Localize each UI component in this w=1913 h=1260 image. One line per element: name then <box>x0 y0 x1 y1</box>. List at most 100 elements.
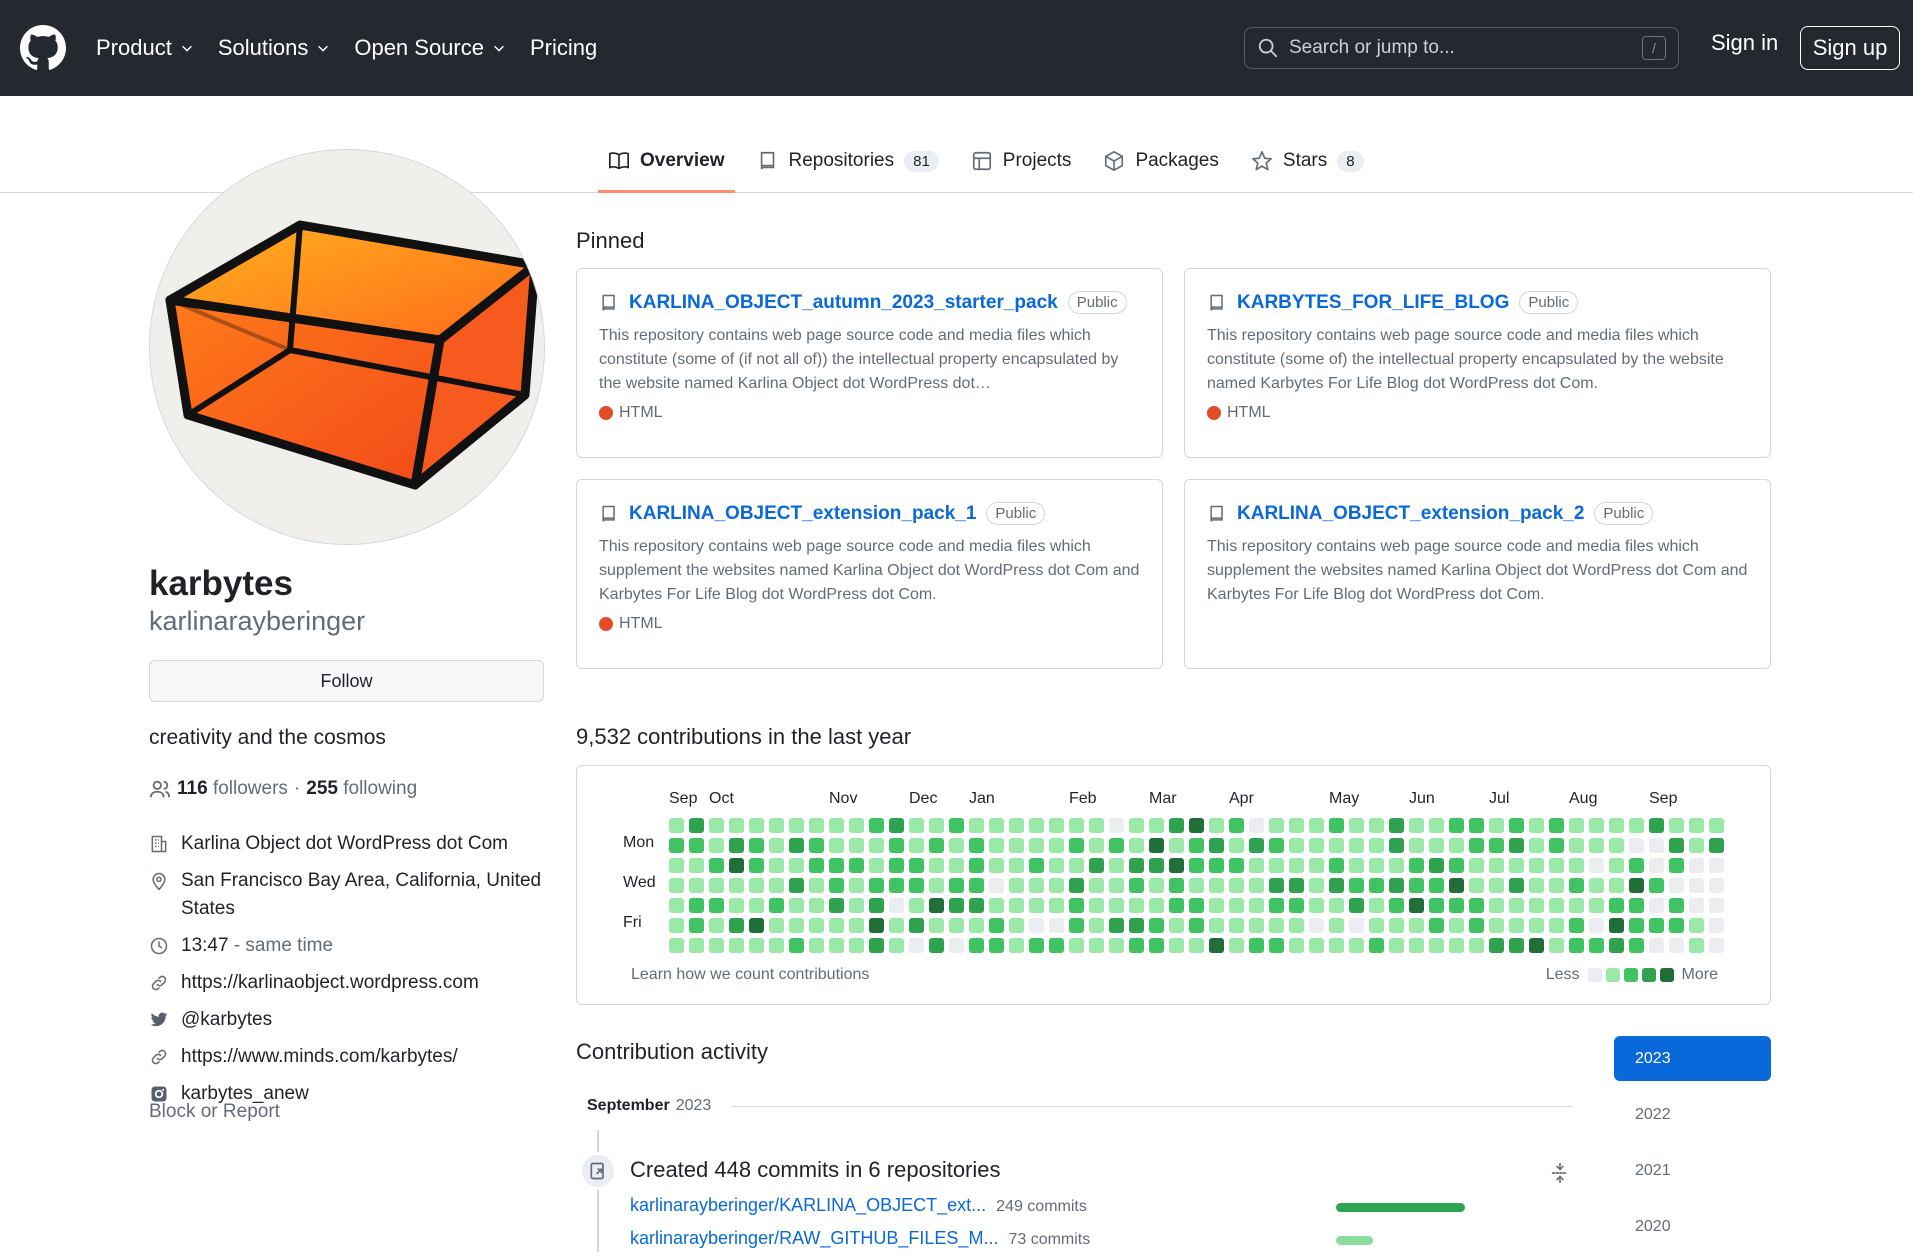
contribution-day-cell[interactable] <box>1629 878 1644 893</box>
contribution-day-cell[interactable] <box>1589 858 1604 873</box>
contribution-day-cell[interactable] <box>1329 818 1344 833</box>
contribution-day-cell[interactable] <box>1669 858 1684 873</box>
contribution-day-cell[interactable] <box>1669 838 1684 853</box>
contribution-day-cell[interactable] <box>1189 818 1204 833</box>
contribution-day-cell[interactable] <box>1649 818 1664 833</box>
contribution-day-cell[interactable] <box>1389 898 1404 913</box>
contribution-day-cell[interactable] <box>1449 858 1464 873</box>
contribution-day-cell[interactable] <box>1009 898 1024 913</box>
contribution-day-cell[interactable] <box>1529 898 1544 913</box>
contribution-day-cell[interactable] <box>669 838 684 853</box>
contribution-day-cell[interactable] <box>1469 918 1484 933</box>
contribution-day-cell[interactable] <box>1009 858 1024 873</box>
contribution-day-cell[interactable] <box>1069 938 1084 953</box>
contribution-day-cell[interactable] <box>1609 938 1624 953</box>
contribution-day-cell[interactable] <box>1149 878 1164 893</box>
contribution-day-cell[interactable] <box>1229 818 1244 833</box>
contribution-day-cell[interactable] <box>1489 858 1504 873</box>
contribution-day-cell[interactable] <box>1229 938 1244 953</box>
contribution-day-cell[interactable] <box>889 938 904 953</box>
contribution-day-cell[interactable] <box>1069 898 1084 913</box>
following-link[interactable]: 255 following <box>306 778 417 800</box>
contribution-day-cell[interactable] <box>1649 838 1664 853</box>
contribution-day-cell[interactable] <box>1609 858 1624 873</box>
contribution-day-cell[interactable] <box>869 918 884 933</box>
contribution-day-cell[interactable] <box>669 938 684 953</box>
contribution-day-cell[interactable] <box>1589 818 1604 833</box>
contribution-day-cell[interactable] <box>709 858 724 873</box>
contribution-day-cell[interactable] <box>1269 898 1284 913</box>
contribution-day-cell[interactable] <box>1509 838 1524 853</box>
contribution-day-cell[interactable] <box>1009 818 1024 833</box>
contribution-day-cell[interactable] <box>1049 938 1064 953</box>
contribution-day-cell[interactable] <box>869 878 884 893</box>
contribution-day-cell[interactable] <box>1049 858 1064 873</box>
contribution-day-cell[interactable] <box>1289 878 1304 893</box>
contribution-day-cell[interactable] <box>709 838 724 853</box>
contribution-day-cell[interactable] <box>1349 938 1364 953</box>
contribution-day-cell[interactable] <box>1169 878 1184 893</box>
contribution-day-cell[interactable] <box>1509 858 1524 873</box>
contribution-day-cell[interactable] <box>1169 818 1184 833</box>
contribution-day-cell[interactable] <box>889 838 904 853</box>
contribution-day-cell[interactable] <box>909 938 924 953</box>
contribution-day-cell[interactable] <box>1489 918 1504 933</box>
contribution-day-cell[interactable] <box>1569 818 1584 833</box>
contribution-day-cell[interactable] <box>1129 918 1144 933</box>
contribution-day-cell[interactable] <box>1169 838 1184 853</box>
contribution-day-cell[interactable] <box>1349 838 1364 853</box>
contribution-day-cell[interactable] <box>809 818 824 833</box>
contribution-day-cell[interactable] <box>1189 838 1204 853</box>
contribution-day-cell[interactable] <box>709 898 724 913</box>
contribution-day-cell[interactable] <box>1409 938 1424 953</box>
contribution-day-cell[interactable] <box>1709 878 1724 893</box>
contribution-day-cell[interactable] <box>1489 838 1504 853</box>
contribution-day-cell[interactable] <box>889 918 904 933</box>
contribution-day-cell[interactable] <box>1669 938 1684 953</box>
contribution-day-cell[interactable] <box>1329 918 1344 933</box>
contribution-day-cell[interactable] <box>789 818 804 833</box>
contribution-day-cell[interactable] <box>1549 838 1564 853</box>
contribution-day-cell[interactable] <box>1129 938 1144 953</box>
contribution-day-cell[interactable] <box>1169 898 1184 913</box>
contribution-day-cell[interactable] <box>769 838 784 853</box>
contribution-day-cell[interactable] <box>1629 918 1644 933</box>
contribution-day-cell[interactable] <box>1669 918 1684 933</box>
contribution-day-cell[interactable] <box>1289 918 1304 933</box>
contribution-day-cell[interactable] <box>1129 838 1144 853</box>
collapse-toggle-icon[interactable] <box>1549 1162 1571 1184</box>
contribution-day-cell[interactable] <box>1129 858 1144 873</box>
contribution-day-cell[interactable] <box>1029 938 1044 953</box>
contribution-day-cell[interactable] <box>1689 898 1704 913</box>
contribution-day-cell[interactable] <box>1369 898 1384 913</box>
contribution-day-cell[interactable] <box>1589 838 1604 853</box>
contribution-day-cell[interactable] <box>1429 918 1444 933</box>
contribution-day-cell[interactable] <box>1549 858 1564 873</box>
contribution-day-cell[interactable] <box>1109 898 1124 913</box>
contribution-day-cell[interactable] <box>1309 878 1324 893</box>
contribution-day-cell[interactable] <box>689 838 704 853</box>
contribution-day-cell[interactable] <box>1469 838 1484 853</box>
contribution-day-cell[interactable] <box>1549 878 1564 893</box>
contribution-day-cell[interactable] <box>1289 818 1304 833</box>
contribution-day-cell[interactable] <box>909 898 924 913</box>
contribution-day-cell[interactable] <box>1529 818 1544 833</box>
contribution-day-cell[interactable] <box>1709 898 1724 913</box>
contribution-day-cell[interactable] <box>829 878 844 893</box>
contribution-day-cell[interactable] <box>1709 838 1724 853</box>
year-button-2020[interactable]: 2020 <box>1614 1204 1771 1249</box>
contribution-day-cell[interactable] <box>1209 918 1224 933</box>
contribution-day-cell[interactable] <box>1369 858 1384 873</box>
contribution-day-cell[interactable] <box>829 838 844 853</box>
contribution-day-cell[interactable] <box>1409 898 1424 913</box>
contribution-day-cell[interactable] <box>1409 818 1424 833</box>
contribution-day-cell[interactable] <box>769 938 784 953</box>
contribution-day-cell[interactable] <box>809 838 824 853</box>
contribution-day-cell[interactable] <box>1529 858 1544 873</box>
contribution-day-cell[interactable] <box>1009 878 1024 893</box>
contribution-day-cell[interactable] <box>869 858 884 873</box>
contribution-day-cell[interactable] <box>1109 858 1124 873</box>
contribution-day-cell[interactable] <box>1449 838 1464 853</box>
nav-product[interactable]: Product <box>96 35 194 61</box>
tab-stars[interactable]: Stars 8 <box>1241 140 1374 193</box>
